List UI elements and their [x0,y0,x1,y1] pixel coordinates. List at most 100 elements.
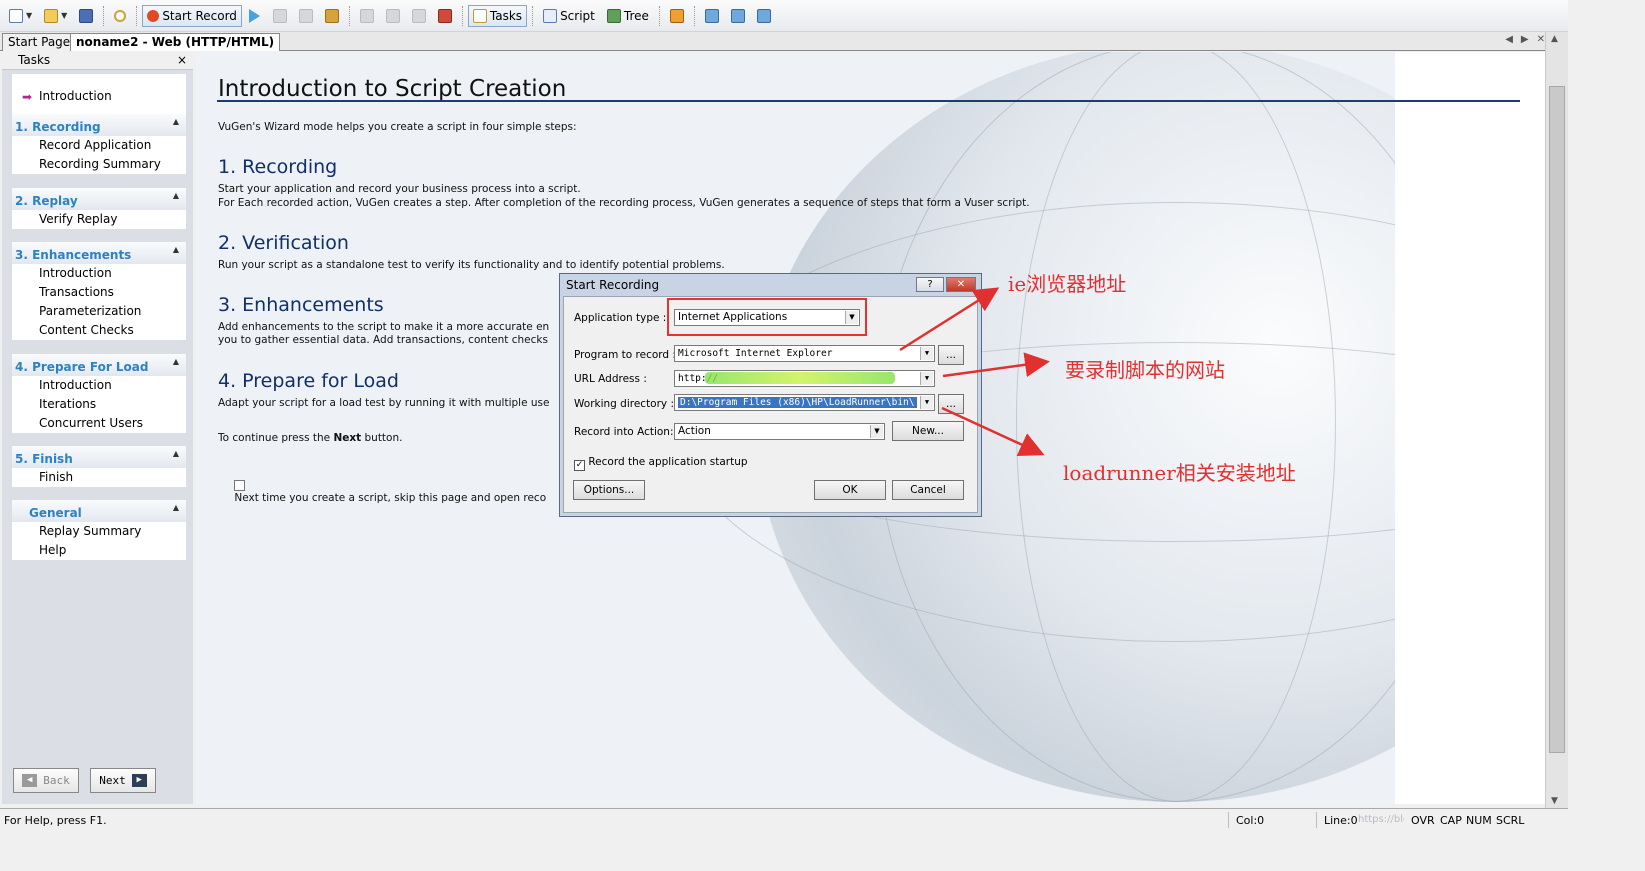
cancel-button[interactable]: Cancel [892,480,964,500]
step-recording-text-2: For Each recorded action, VuGen creates … [218,197,1030,209]
section-header[interactable]: 5. Finish ▲ [12,446,186,468]
tab-prev-icon[interactable]: ◀ [1505,34,1513,45]
section-header[interactable]: General ▲ [12,500,186,522]
toolbar-separator [693,5,695,26]
output-button[interactable] [665,5,689,27]
tab-start-page[interactable]: Start Page [2,33,77,51]
section-finish: 5. Finish ▲ Finish [12,446,186,487]
chevron-down-icon: ▼ [870,425,883,438]
task-concurrent-users[interactable]: Concurrent Users [12,414,186,433]
toolbar-separator [136,5,138,26]
step-recording-text-1: Start your application and record your b… [218,183,581,195]
toggle-breakpoint-button[interactable] [381,5,405,27]
app-type-select[interactable]: Internet Applications ▼ [674,309,860,326]
section-title: 2. Replay [15,194,78,208]
task-replay-summary[interactable]: Replay Summary [12,522,186,541]
tree-icon [606,8,621,23]
task-enh-introduction[interactable]: Introduction [12,264,186,283]
section-recording: 1. Recording ▲ Record Application Recordi… [12,114,186,174]
compare-button[interactable] [726,5,750,27]
collapse-icon[interactable]: ▲ [173,245,179,254]
collapse-icon[interactable]: ▲ [173,449,179,458]
step-enhancements-text-2: you to gather essential data. Add transa… [218,334,548,346]
url-input[interactable]: http:// ▼ [674,370,935,387]
save-button[interactable] [74,5,98,27]
section-prepare-for-load: 4. Prepare For Load ▲ Introduction Iterat… [12,354,186,433]
program-browse-button[interactable]: ... [938,345,964,365]
tasks-label: Tasks [489,8,523,23]
snapshot-button[interactable] [700,5,724,27]
task-content-checks[interactable]: Content Checks [12,321,186,340]
close-button[interactable]: ✕ [946,277,976,292]
next-emphasis: Next [333,432,362,444]
help-button[interactable]: ? [916,277,944,292]
chevron-down-icon: ▼ [845,311,858,324]
scroll-down-icon[interactable]: ▼ [1551,796,1558,806]
close-icon[interactable]: × [177,52,187,69]
clear-breakpoints-button[interactable] [433,5,457,27]
next-button[interactable]: Next ▶ [90,768,156,793]
task-recording-summary[interactable]: Recording Summary [12,155,186,174]
action-select[interactable]: Action ▼ [674,423,885,440]
section-title: 4. Prepare For Load [15,360,149,374]
tree-label: Tree [623,8,649,23]
tile-button[interactable] [752,5,776,27]
record-startup-checkbox[interactable]: ✓ [574,460,585,471]
tasks-button[interactable]: Tasks [467,4,528,27]
task-finish[interactable]: Finish [12,468,186,487]
pause-button[interactable] [294,5,318,27]
title-divider [217,100,1520,102]
script-icon [543,8,558,23]
run-button[interactable] [244,5,266,27]
arrow-right-icon: ➡ [22,90,33,104]
back-button[interactable]: ◀ Back [13,768,79,793]
new-action-button[interactable]: New... [892,421,964,441]
tree-view-button[interactable]: Tree [602,5,654,27]
chevron-down-icon: ▼ [920,396,933,409]
task-parameterization[interactable]: Parameterization [12,302,186,321]
vertical-scrollbar[interactable]: ▲ ▼ [1545,32,1568,808]
section-header[interactable]: 1. Recording ▲ [12,114,186,136]
step-recording-heading: 1. Recording [218,156,338,178]
section-header[interactable]: 3. Enhancements ▲ [12,242,186,264]
scrollbar-thumb[interactable] [1549,86,1565,753]
tab-next-icon[interactable]: ▶ [1521,34,1529,45]
tab-close-icon[interactable]: ✕ [1537,34,1545,45]
program-select[interactable]: Microsoft Internet Explorer ▼ [674,345,935,362]
task-iterations[interactable]: Iterations [12,395,186,414]
task-load-introduction[interactable]: Introduction [12,376,186,395]
task-transactions[interactable]: Transactions [12,283,186,302]
task-introduction[interactable]: ➡ Introduction [12,74,186,116]
script-view-button[interactable]: Script [538,5,600,27]
task-help[interactable]: Help [12,541,186,560]
step-icon [324,8,339,23]
start-record-button[interactable]: Start Record [142,4,242,27]
section-general: General ▲ Replay Summary Help [12,500,186,560]
scroll-up-icon[interactable]: ▲ [1551,34,1558,44]
collapse-icon[interactable]: ▲ [173,503,179,512]
task-verify-replay[interactable]: Verify Replay [12,210,186,229]
collapse-icon[interactable]: ▲ [173,117,179,126]
disable-breakpoints-button[interactable] [407,5,431,27]
open-button[interactable]: ▼ [39,5,72,27]
section-header[interactable]: 2. Replay ▲ [12,188,186,210]
back-label: Back [43,774,70,787]
skip-intro-checkbox[interactable] [234,480,246,491]
workdir-browse-button[interactable]: ... [938,394,964,414]
breakpoint-button[interactable] [355,5,379,27]
section-header[interactable]: 4. Prepare For Load ▲ [12,354,186,376]
ok-button[interactable]: OK [814,480,886,500]
stop-button[interactable] [268,5,292,27]
collapse-icon[interactable]: ▲ [173,357,179,366]
new-button[interactable]: ▼ [4,5,37,27]
stop-icon [272,8,287,23]
step-button[interactable] [320,5,344,27]
tab-noname2-web[interactable]: noname2 - Web (HTTP/HTML) [70,33,281,51]
status-num: NUM [1466,814,1492,827]
page-title: Introduction to Script Creation [218,76,567,102]
find-button[interactable] [109,5,131,27]
task-record-application[interactable]: Record Application [12,136,186,155]
options-button[interactable]: Options... [573,480,645,500]
collapse-icon[interactable]: ▲ [173,191,179,200]
workdir-select[interactable]: D:\Program Files (x86)\HP\LoadRunner\bin… [674,394,935,411]
